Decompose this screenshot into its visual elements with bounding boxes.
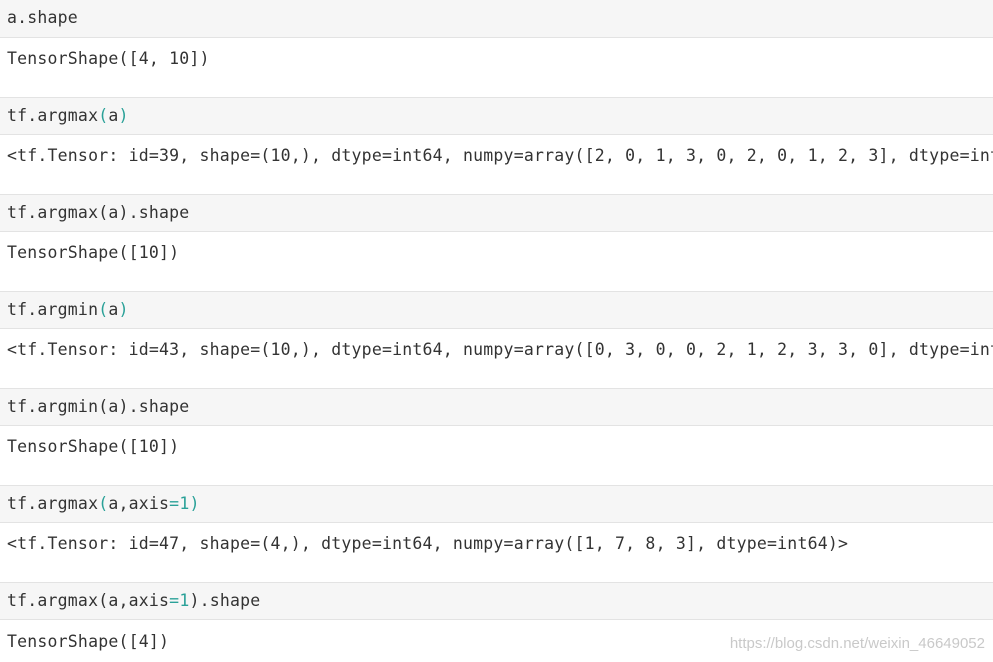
code-text: tf.argmin bbox=[7, 397, 99, 416]
watermark: https://blog.csdn.net/weixin_46649052 bbox=[729, 635, 985, 652]
output-text: <tf.Tensor: id=43, shape=(10,), dtype=in… bbox=[7, 340, 993, 359]
code-paren-open: ( bbox=[98, 494, 109, 513]
code-cell-output: <tf.Tensor: id=39, shape=(10,), dtype=in… bbox=[0, 135, 993, 194]
code-text: tf.argmax bbox=[7, 203, 99, 222]
code-paren-open: ( bbox=[98, 203, 109, 222]
code-paren-open: ( bbox=[98, 591, 109, 610]
code-args: a bbox=[108, 203, 119, 222]
code-operator: = bbox=[169, 494, 180, 513]
code-suffix: .shape bbox=[128, 397, 190, 416]
code-paren-open: ( bbox=[98, 106, 109, 125]
code-paren-close: ) bbox=[118, 203, 129, 222]
code-cell-output: TensorShape([4, 10]) bbox=[0, 38, 993, 97]
output-text: TensorShape([10]) bbox=[7, 243, 180, 262]
code-paren-close: ) bbox=[189, 591, 200, 610]
code-cell-input[interactable]: tf.argmin(a) bbox=[0, 291, 993, 329]
code-args: a,axis bbox=[108, 591, 170, 610]
code-paren-open: ( bbox=[98, 300, 109, 319]
code-text: a.shape bbox=[7, 8, 78, 27]
code-cell-input[interactable]: tf.argmax(a) bbox=[0, 97, 993, 135]
code-cell-input[interactable]: tf.argmax(a,axis=1).shape bbox=[0, 582, 993, 620]
code-args: a bbox=[108, 397, 119, 416]
code-text: tf.argmin bbox=[7, 300, 99, 319]
output-text: TensorShape([10]) bbox=[7, 437, 180, 456]
code-suffix: .shape bbox=[128, 203, 190, 222]
code-paren-open: ( bbox=[98, 397, 109, 416]
code-paren-close: ) bbox=[118, 300, 129, 319]
output-text: <tf.Tensor: id=47, shape=(4,), dtype=int… bbox=[7, 534, 849, 553]
code-paren-close: ) bbox=[118, 397, 129, 416]
output-text: TensorShape([4, 10]) bbox=[7, 49, 210, 68]
code-cell-input[interactable]: tf.argmax(a).shape bbox=[0, 194, 993, 232]
code-args: a,axis bbox=[108, 494, 170, 513]
code-cell-input[interactable]: tf.argmax(a,axis=1) bbox=[0, 485, 993, 523]
code-cell-output: <tf.Tensor: id=43, shape=(10,), dtype=in… bbox=[0, 329, 993, 388]
code-cell-input[interactable]: tf.argmin(a).shape bbox=[0, 388, 993, 426]
output-text: <tf.Tensor: id=39, shape=(10,), dtype=in… bbox=[7, 146, 993, 165]
code-paren-close: ) bbox=[189, 494, 200, 513]
code-text: tf.argmax bbox=[7, 591, 99, 610]
code-args: a bbox=[108, 300, 119, 319]
code-text: tf.argmax bbox=[7, 494, 99, 513]
code-operator: = bbox=[169, 591, 180, 610]
code-cell-output: <tf.Tensor: id=47, shape=(4,), dtype=int… bbox=[0, 523, 993, 582]
output-text: TensorShape([4]) bbox=[7, 632, 170, 651]
code-text: tf.argmax bbox=[7, 106, 99, 125]
code-suffix: .shape bbox=[199, 591, 261, 610]
code-paren-close: ) bbox=[118, 106, 129, 125]
code-cell-output: TensorShape([10]) bbox=[0, 426, 993, 485]
code-cell-output: TensorShape([10]) bbox=[0, 232, 993, 291]
code-number: 1 bbox=[179, 494, 190, 513]
code-number: 1 bbox=[179, 591, 190, 610]
notebook-page: a.shape TensorShape([4, 10]) tf.argmax(a… bbox=[0, 0, 993, 662]
code-args: a bbox=[108, 106, 119, 125]
code-cell-input[interactable]: a.shape bbox=[0, 0, 993, 38]
